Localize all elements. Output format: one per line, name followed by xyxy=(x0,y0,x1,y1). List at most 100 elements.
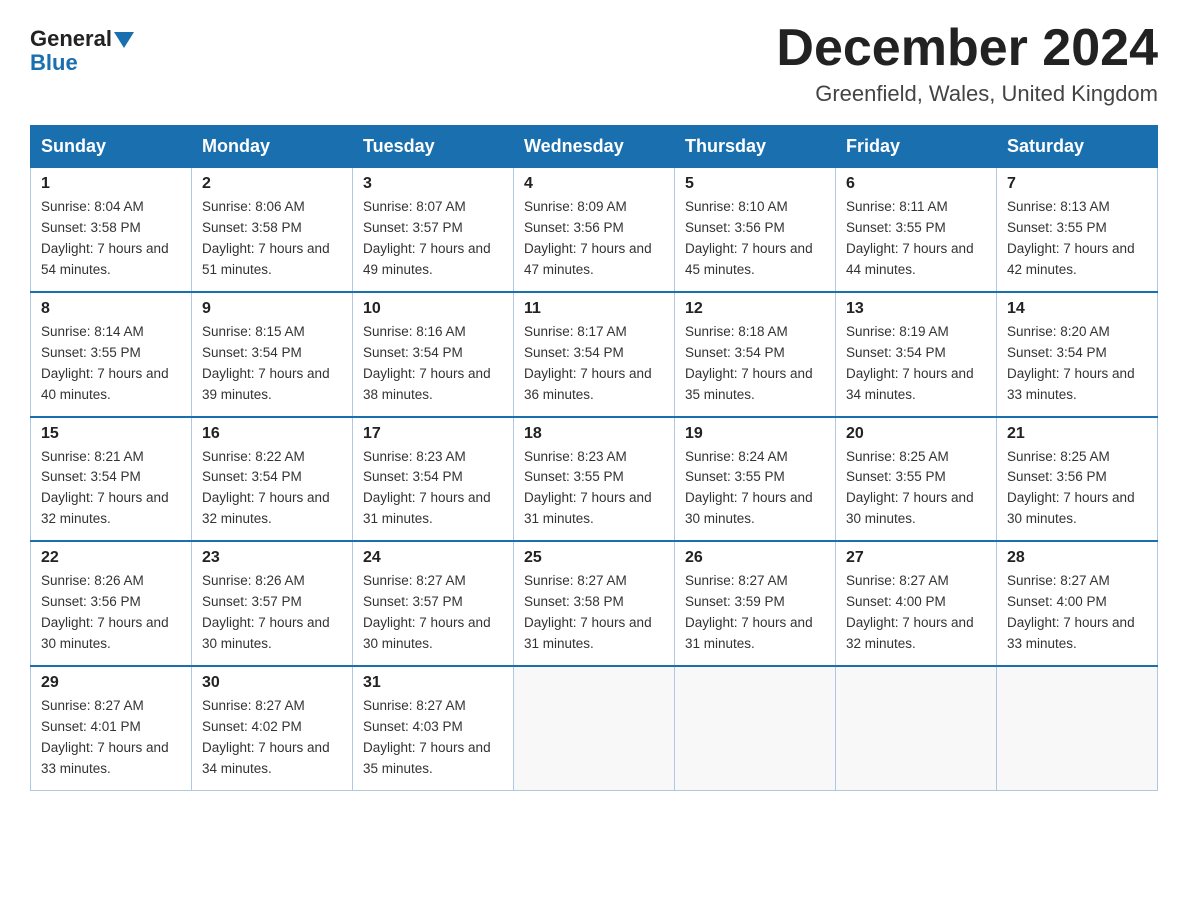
day-info: Sunrise: 8:20 AMSunset: 3:54 PMDaylight:… xyxy=(1007,324,1135,402)
day-info: Sunrise: 8:22 AMSunset: 3:54 PMDaylight:… xyxy=(202,449,330,527)
calendar-table: SundayMondayTuesdayWednesdayThursdayFrid… xyxy=(30,125,1158,790)
day-number: 23 xyxy=(202,549,342,567)
calendar-week-row: 15 Sunrise: 8:21 AMSunset: 3:54 PMDaylig… xyxy=(31,417,1158,542)
day-number: 25 xyxy=(524,549,664,567)
calendar-week-row: 22 Sunrise: 8:26 AMSunset: 3:56 PMDaylig… xyxy=(31,541,1158,666)
day-info: Sunrise: 8:27 AMSunset: 3:59 PMDaylight:… xyxy=(685,573,813,651)
calendar-day-cell: 21 Sunrise: 8:25 AMSunset: 3:56 PMDaylig… xyxy=(997,417,1158,542)
day-number: 4 xyxy=(524,175,664,193)
calendar-day-cell: 9 Sunrise: 8:15 AMSunset: 3:54 PMDayligh… xyxy=(192,292,353,417)
day-info: Sunrise: 8:23 AMSunset: 3:55 PMDaylight:… xyxy=(524,449,652,527)
calendar-day-cell: 1 Sunrise: 8:04 AMSunset: 3:58 PMDayligh… xyxy=(31,168,192,292)
day-number: 8 xyxy=(41,300,181,318)
day-info: Sunrise: 8:23 AMSunset: 3:54 PMDaylight:… xyxy=(363,449,491,527)
day-number: 3 xyxy=(363,175,503,193)
day-number: 1 xyxy=(41,175,181,193)
calendar-day-cell: 25 Sunrise: 8:27 AMSunset: 3:58 PMDaylig… xyxy=(514,541,675,666)
day-info: Sunrise: 8:27 AMSunset: 3:57 PMDaylight:… xyxy=(363,573,491,651)
day-info: Sunrise: 8:18 AMSunset: 3:54 PMDaylight:… xyxy=(685,324,813,402)
day-info: Sunrise: 8:24 AMSunset: 3:55 PMDaylight:… xyxy=(685,449,813,527)
day-number: 22 xyxy=(41,549,181,567)
day-info: Sunrise: 8:11 AMSunset: 3:55 PMDaylight:… xyxy=(846,199,974,277)
calendar-day-cell: 31 Sunrise: 8:27 AMSunset: 4:03 PMDaylig… xyxy=(353,666,514,790)
day-number: 2 xyxy=(202,175,342,193)
calendar-week-row: 1 Sunrise: 8:04 AMSunset: 3:58 PMDayligh… xyxy=(31,168,1158,292)
day-of-week-header: Friday xyxy=(836,126,997,168)
day-of-week-header: Tuesday xyxy=(353,126,514,168)
calendar-day-cell: 20 Sunrise: 8:25 AMSunset: 3:55 PMDaylig… xyxy=(836,417,997,542)
location-title: Greenfield, Wales, United Kingdom xyxy=(776,81,1158,107)
day-number: 5 xyxy=(685,175,825,193)
day-number: 11 xyxy=(524,300,664,318)
calendar-day-cell: 5 Sunrise: 8:10 AMSunset: 3:56 PMDayligh… xyxy=(675,168,836,292)
calendar-day-cell: 18 Sunrise: 8:23 AMSunset: 3:55 PMDaylig… xyxy=(514,417,675,542)
calendar-day-cell: 19 Sunrise: 8:24 AMSunset: 3:55 PMDaylig… xyxy=(675,417,836,542)
calendar-day-cell: 6 Sunrise: 8:11 AMSunset: 3:55 PMDayligh… xyxy=(836,168,997,292)
day-number: 20 xyxy=(846,425,986,443)
day-info: Sunrise: 8:27 AMSunset: 4:01 PMDaylight:… xyxy=(41,698,169,776)
day-info: Sunrise: 8:27 AMSunset: 4:03 PMDaylight:… xyxy=(363,698,491,776)
calendar-day-cell: 27 Sunrise: 8:27 AMSunset: 4:00 PMDaylig… xyxy=(836,541,997,666)
day-info: Sunrise: 8:09 AMSunset: 3:56 PMDaylight:… xyxy=(524,199,652,277)
calendar-body: 1 Sunrise: 8:04 AMSunset: 3:58 PMDayligh… xyxy=(31,168,1158,790)
day-number: 14 xyxy=(1007,300,1147,318)
day-of-week-header: Thursday xyxy=(675,126,836,168)
logo-general-text: General xyxy=(30,28,112,50)
calendar-day-cell: 8 Sunrise: 8:14 AMSunset: 3:55 PMDayligh… xyxy=(31,292,192,417)
calendar-day-cell: 17 Sunrise: 8:23 AMSunset: 3:54 PMDaylig… xyxy=(353,417,514,542)
day-number: 31 xyxy=(363,674,503,692)
calendar-day-cell: 14 Sunrise: 8:20 AMSunset: 3:54 PMDaylig… xyxy=(997,292,1158,417)
calendar-day-cell: 22 Sunrise: 8:26 AMSunset: 3:56 PMDaylig… xyxy=(31,541,192,666)
calendar-day-cell: 16 Sunrise: 8:22 AMSunset: 3:54 PMDaylig… xyxy=(192,417,353,542)
day-number: 10 xyxy=(363,300,503,318)
day-info: Sunrise: 8:07 AMSunset: 3:57 PMDaylight:… xyxy=(363,199,491,277)
day-number: 26 xyxy=(685,549,825,567)
calendar-day-cell: 3 Sunrise: 8:07 AMSunset: 3:57 PMDayligh… xyxy=(353,168,514,292)
calendar-day-cell: 10 Sunrise: 8:16 AMSunset: 3:54 PMDaylig… xyxy=(353,292,514,417)
day-info: Sunrise: 8:10 AMSunset: 3:56 PMDaylight:… xyxy=(685,199,813,277)
day-number: 30 xyxy=(202,674,342,692)
calendar-day-cell xyxy=(675,666,836,790)
day-number: 16 xyxy=(202,425,342,443)
calendar-day-cell xyxy=(997,666,1158,790)
day-info: Sunrise: 8:27 AMSunset: 4:02 PMDaylight:… xyxy=(202,698,330,776)
calendar-day-cell: 29 Sunrise: 8:27 AMSunset: 4:01 PMDaylig… xyxy=(31,666,192,790)
day-info: Sunrise: 8:27 AMSunset: 3:58 PMDaylight:… xyxy=(524,573,652,651)
day-of-week-header: Saturday xyxy=(997,126,1158,168)
day-info: Sunrise: 8:16 AMSunset: 3:54 PMDaylight:… xyxy=(363,324,491,402)
calendar-week-row: 29 Sunrise: 8:27 AMSunset: 4:01 PMDaylig… xyxy=(31,666,1158,790)
day-number: 12 xyxy=(685,300,825,318)
day-info: Sunrise: 8:25 AMSunset: 3:56 PMDaylight:… xyxy=(1007,449,1135,527)
calendar-day-cell: 12 Sunrise: 8:18 AMSunset: 3:54 PMDaylig… xyxy=(675,292,836,417)
calendar-day-cell: 23 Sunrise: 8:26 AMSunset: 3:57 PMDaylig… xyxy=(192,541,353,666)
calendar-day-cell: 15 Sunrise: 8:21 AMSunset: 3:54 PMDaylig… xyxy=(31,417,192,542)
day-number: 9 xyxy=(202,300,342,318)
calendar-day-cell: 11 Sunrise: 8:17 AMSunset: 3:54 PMDaylig… xyxy=(514,292,675,417)
calendar-day-cell xyxy=(514,666,675,790)
day-info: Sunrise: 8:26 AMSunset: 3:57 PMDaylight:… xyxy=(202,573,330,651)
logo-triangle-icon xyxy=(114,32,134,48)
calendar-day-cell: 30 Sunrise: 8:27 AMSunset: 4:02 PMDaylig… xyxy=(192,666,353,790)
page-header: General Blue December 2024 Greenfield, W… xyxy=(30,20,1158,107)
day-number: 27 xyxy=(846,549,986,567)
day-number: 21 xyxy=(1007,425,1147,443)
calendar-day-cell: 2 Sunrise: 8:06 AMSunset: 3:58 PMDayligh… xyxy=(192,168,353,292)
day-number: 13 xyxy=(846,300,986,318)
calendar-day-cell: 24 Sunrise: 8:27 AMSunset: 3:57 PMDaylig… xyxy=(353,541,514,666)
day-info: Sunrise: 8:06 AMSunset: 3:58 PMDaylight:… xyxy=(202,199,330,277)
calendar-day-cell: 13 Sunrise: 8:19 AMSunset: 3:54 PMDaylig… xyxy=(836,292,997,417)
day-info: Sunrise: 8:04 AMSunset: 3:58 PMDaylight:… xyxy=(41,199,169,277)
calendar-day-cell: 26 Sunrise: 8:27 AMSunset: 3:59 PMDaylig… xyxy=(675,541,836,666)
day-number: 19 xyxy=(685,425,825,443)
day-number: 24 xyxy=(363,549,503,567)
day-number: 6 xyxy=(846,175,986,193)
calendar-week-row: 8 Sunrise: 8:14 AMSunset: 3:55 PMDayligh… xyxy=(31,292,1158,417)
calendar-day-cell: 4 Sunrise: 8:09 AMSunset: 3:56 PMDayligh… xyxy=(514,168,675,292)
title-block: December 2024 Greenfield, Wales, United … xyxy=(776,20,1158,107)
logo-blue-text: Blue xyxy=(30,50,78,76)
logo: General Blue xyxy=(30,28,135,76)
day-number: 18 xyxy=(524,425,664,443)
day-info: Sunrise: 8:17 AMSunset: 3:54 PMDaylight:… xyxy=(524,324,652,402)
day-number: 29 xyxy=(41,674,181,692)
day-info: Sunrise: 8:27 AMSunset: 4:00 PMDaylight:… xyxy=(846,573,974,651)
